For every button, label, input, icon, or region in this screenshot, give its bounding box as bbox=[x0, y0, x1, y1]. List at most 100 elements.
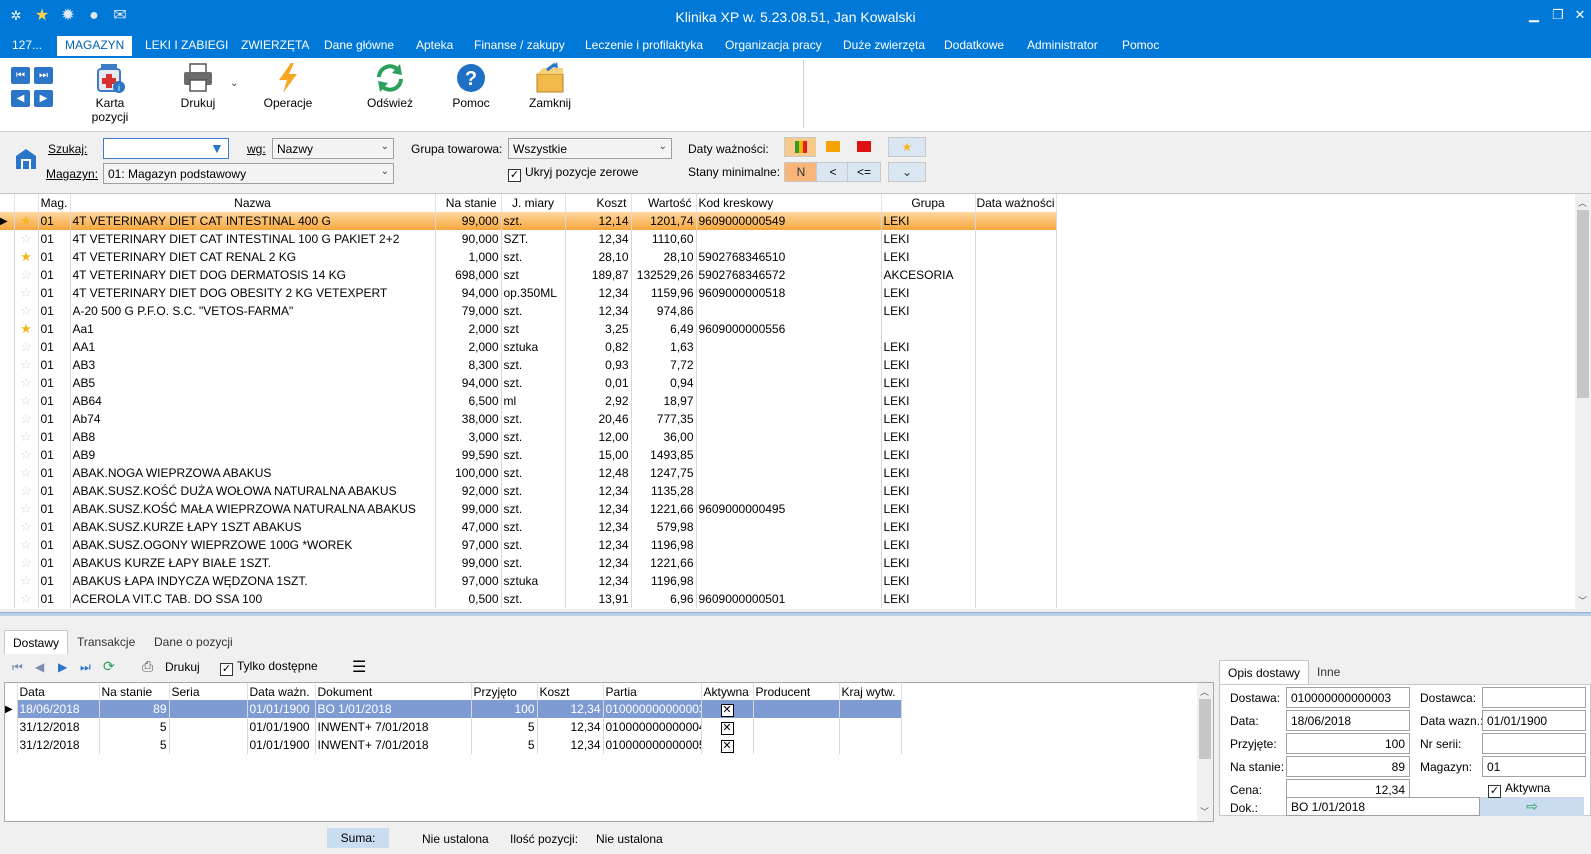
favorite-star-icon[interactable]: ☆ bbox=[20, 501, 32, 516]
last-record-icon[interactable]: ⏭ bbox=[80, 660, 91, 675]
menu-duze-zwierzeta[interactable]: Duże zwierzęta bbox=[843, 38, 925, 52]
dok-field[interactable]: BO 1/01/2018 bbox=[1286, 797, 1480, 816]
menu-zwierzeta[interactable]: ZWIERZĘTA bbox=[241, 38, 309, 52]
tab-inne[interactable]: Inne bbox=[1309, 660, 1348, 684]
tab-opis-dostawy[interactable]: Opis dostawy bbox=[1219, 660, 1310, 684]
favorite-star-icon[interactable]: ☆ bbox=[20, 393, 32, 408]
favorite-star-icon[interactable]: ☆ bbox=[20, 519, 32, 534]
na-stanie-field[interactable]: 89 bbox=[1286, 756, 1410, 777]
table-row[interactable]: ☆ 01 ABAK.SUSZ.KOŚĆ DUŻA WOŁOWA NATURALNA … bbox=[0, 482, 1057, 500]
col-data[interactable]: Data bbox=[17, 683, 100, 700]
menu-hamburger-icon[interactable]: ☰ bbox=[352, 657, 366, 677]
delivery-row[interactable]: ▶ 18/06/2018 89 01/01/1900 BO 1/01/2018 100 12… bbox=[5, 700, 902, 718]
col-przyjeto[interactable]: Przyjęto bbox=[471, 683, 538, 700]
table-row[interactable]: ☆ 01 ACEROLA VIT.C TAB. DO SSA 100 0,500 szt… bbox=[0, 590, 1057, 608]
table-row[interactable]: ☆ 01 4T VETERINARY DIET DOG DERMATOSIS 14 … bbox=[0, 266, 1057, 284]
stany-lt-button[interactable]: < bbox=[816, 162, 850, 182]
favorite-star-icon[interactable]: ☆ bbox=[20, 483, 32, 498]
favorite-star-icon[interactable]: ☆ bbox=[20, 429, 32, 444]
aktywna-checkbox[interactable]: ✓ Aktywna bbox=[1488, 781, 1550, 798]
minimize-button[interactable]: ▁ bbox=[1522, 4, 1546, 26]
stany-n-button[interactable]: N bbox=[784, 162, 818, 182]
expiry-star-button[interactable]: ★ bbox=[888, 137, 926, 157]
favorite-star-icon[interactable]: ☆ bbox=[20, 357, 32, 372]
drukuj-button[interactable]: Drukuj bbox=[178, 62, 218, 110]
favorite-star-icon[interactable]: ☆ bbox=[20, 303, 32, 318]
col-dokument[interactable]: Dokument bbox=[315, 683, 472, 700]
favorite-star-icon[interactable]: ☆ bbox=[20, 591, 32, 606]
menu-dodatkowe[interactable]: Dodatkowe bbox=[944, 38, 1004, 52]
favorite-star-icon[interactable]: ★ bbox=[20, 321, 32, 336]
pomoc-button[interactable]: ? Pomoc bbox=[450, 62, 492, 110]
dostawca-field[interactable] bbox=[1482, 687, 1586, 708]
nr-serii-field[interactable] bbox=[1482, 733, 1586, 754]
delivery-row[interactable]: 31/12/2018 5 01/01/1900 INWENT+ 7/01/2018 5 1… bbox=[5, 718, 902, 736]
favorite-star-icon[interactable]: ☆ bbox=[20, 537, 32, 552]
menu-dane-glowne[interactable]: Dane główne bbox=[324, 38, 394, 52]
col-aktywna[interactable]: Aktywna bbox=[701, 683, 754, 700]
table-row[interactable]: ☆ 01 4T VETERINARY DIET DOG OBESITY 2 KG V… bbox=[0, 284, 1057, 302]
col-koszt[interactable]: Koszt bbox=[565, 194, 632, 212]
magazyn-field[interactable]: 01 bbox=[1482, 756, 1586, 777]
col-data-wazn[interactable]: Data ważn. bbox=[247, 683, 316, 700]
active-checkbox-icon[interactable]: ✕ bbox=[720, 739, 734, 753]
menu-apteka[interactable]: Apteka bbox=[416, 38, 453, 52]
table-row[interactable]: ☆ 01 AB9 99,590 szt. 15,00 1493,85 LEKI bbox=[0, 446, 1057, 464]
favorite-star-icon[interactable]: ★ bbox=[20, 213, 32, 228]
scroll-down-icon[interactable]: ﹀ bbox=[1578, 594, 1587, 607]
open-document-icon[interactable]: ⇨ bbox=[1480, 797, 1584, 816]
favorite-star-icon[interactable]: ☆ bbox=[20, 555, 32, 570]
tab-dostawy[interactable]: Dostawy bbox=[4, 630, 69, 654]
restore-button[interactable]: ❐ bbox=[1546, 4, 1570, 26]
scroll-down-icon[interactable]: ﹀ bbox=[1200, 805, 1209, 818]
table-row[interactable]: ☆ 01 AB8 3,000 szt. 12,00 36,00 LEKI bbox=[0, 428, 1057, 446]
menu-magazyn[interactable]: MAGAZYN bbox=[57, 36, 133, 56]
expiry-red-button[interactable] bbox=[847, 137, 881, 157]
menu-organizacja-pracy[interactable]: Organizacja pracy bbox=[725, 38, 822, 52]
favorite-star-icon[interactable]: ☆ bbox=[20, 285, 32, 300]
favorite-star-icon[interactable]: ☆ bbox=[20, 465, 32, 480]
active-checkbox-icon[interactable]: ✕ bbox=[720, 721, 734, 735]
table-row[interactable]: ☆ 01 AB5 94,000 szt. 0,01 0,94 LEKI bbox=[0, 374, 1057, 392]
last-record-icon[interactable]: ⏭ bbox=[34, 67, 53, 84]
tab-transakcje[interactable]: Transakcje bbox=[69, 630, 143, 654]
prev-record-icon[interactable]: ◀ bbox=[11, 90, 30, 107]
favorite-star-icon[interactable]: ☆ bbox=[20, 339, 32, 354]
scroll-up-icon[interactable]: ︿ bbox=[1578, 196, 1587, 209]
panel-splitter[interactable] bbox=[0, 612, 1591, 616]
close-button[interactable]: ✕ bbox=[1568, 4, 1591, 26]
col-na-stanie[interactable]: Na stanie bbox=[99, 683, 170, 700]
table-row[interactable]: ☆ 01 ABAK.SUSZ.KURZE ŁAPY 1SZT ABAKUS 47,00… bbox=[0, 518, 1057, 536]
data-field[interactable]: 18/06/2018 bbox=[1286, 710, 1410, 731]
next-record-icon[interactable]: ▶ bbox=[34, 90, 53, 107]
wg-select[interactable]: Nazwy ⌄ bbox=[272, 138, 394, 159]
col-na-stanie[interactable]: Na stanie bbox=[435, 194, 502, 212]
menu-pomoc[interactable]: Pomoc bbox=[1122, 38, 1159, 52]
table-row[interactable]: ☆ 01 ABAKUS ŁAPA INDYCZA WĘDZONA 1SZT. 97,0… bbox=[0, 572, 1057, 590]
col-data-waznosci[interactable]: Data ważności bbox=[975, 194, 1057, 212]
operacje-button[interactable]: Operacje bbox=[262, 62, 314, 110]
menu-left-label[interactable]: 127... bbox=[12, 38, 42, 52]
table-row[interactable]: ★ 01 4T VETERINARY DIET CAT RENAL 2 KG 1,00… bbox=[0, 248, 1057, 266]
table-row[interactable]: ☆ 01 4T VETERINARY DIET CAT INTESTINAL 100… bbox=[0, 230, 1057, 248]
favorite-star-icon[interactable]: ☆ bbox=[20, 447, 32, 462]
table-row[interactable]: ▶ ★ 01 4T VETERINARY DIET CAT INTESTINAL 40… bbox=[0, 212, 1057, 230]
scrollbar-thumb[interactable] bbox=[1199, 699, 1211, 759]
table-row[interactable]: ☆ 01 ABAK.SUSZ.OGONY WIEPRZOWE 100G *WOREK… bbox=[0, 536, 1057, 554]
table-row[interactable]: ☆ 01 ABAKUS KURZE ŁAPY BIAŁE 1SZT. 99,000 sz… bbox=[0, 554, 1057, 572]
stany-le-button[interactable]: <= bbox=[847, 162, 881, 182]
col-wartosc[interactable]: Wartość bbox=[631, 194, 697, 212]
odswiez-button[interactable]: Odśwież bbox=[366, 62, 414, 110]
table-row[interactable]: ☆ 01 Ab74 38,000 szt. 20,46 777,35 LEKI bbox=[0, 410, 1057, 428]
przyjete-field[interactable]: 100 bbox=[1286, 733, 1410, 754]
col-grupa[interactable]: Grupa bbox=[881, 194, 976, 212]
col-producent[interactable]: Producent bbox=[753, 683, 840, 700]
delivery-row[interactable]: 31/12/2018 5 01/01/1900 INWENT+ 7/01/2018 5 1… bbox=[5, 736, 902, 754]
expiry-orange-button[interactable] bbox=[816, 137, 850, 157]
table-row[interactable]: ☆ 01 AB3 8,300 szt. 0,93 7,72 LEKI bbox=[0, 356, 1057, 374]
filter-funnel-icon[interactable]: ▼ bbox=[210, 140, 224, 156]
zamknij-button[interactable]: Zamknij bbox=[526, 62, 574, 110]
table-row[interactable]: ☆ 01 ABAK.SUSZ.KOŚĆ MAŁA WIEPRZOWA NATURAL… bbox=[0, 500, 1057, 518]
deliveries-scrollbar[interactable]: ︿ ﹀ bbox=[1197, 683, 1213, 821]
active-checkbox-icon[interactable]: ✕ bbox=[720, 703, 734, 717]
